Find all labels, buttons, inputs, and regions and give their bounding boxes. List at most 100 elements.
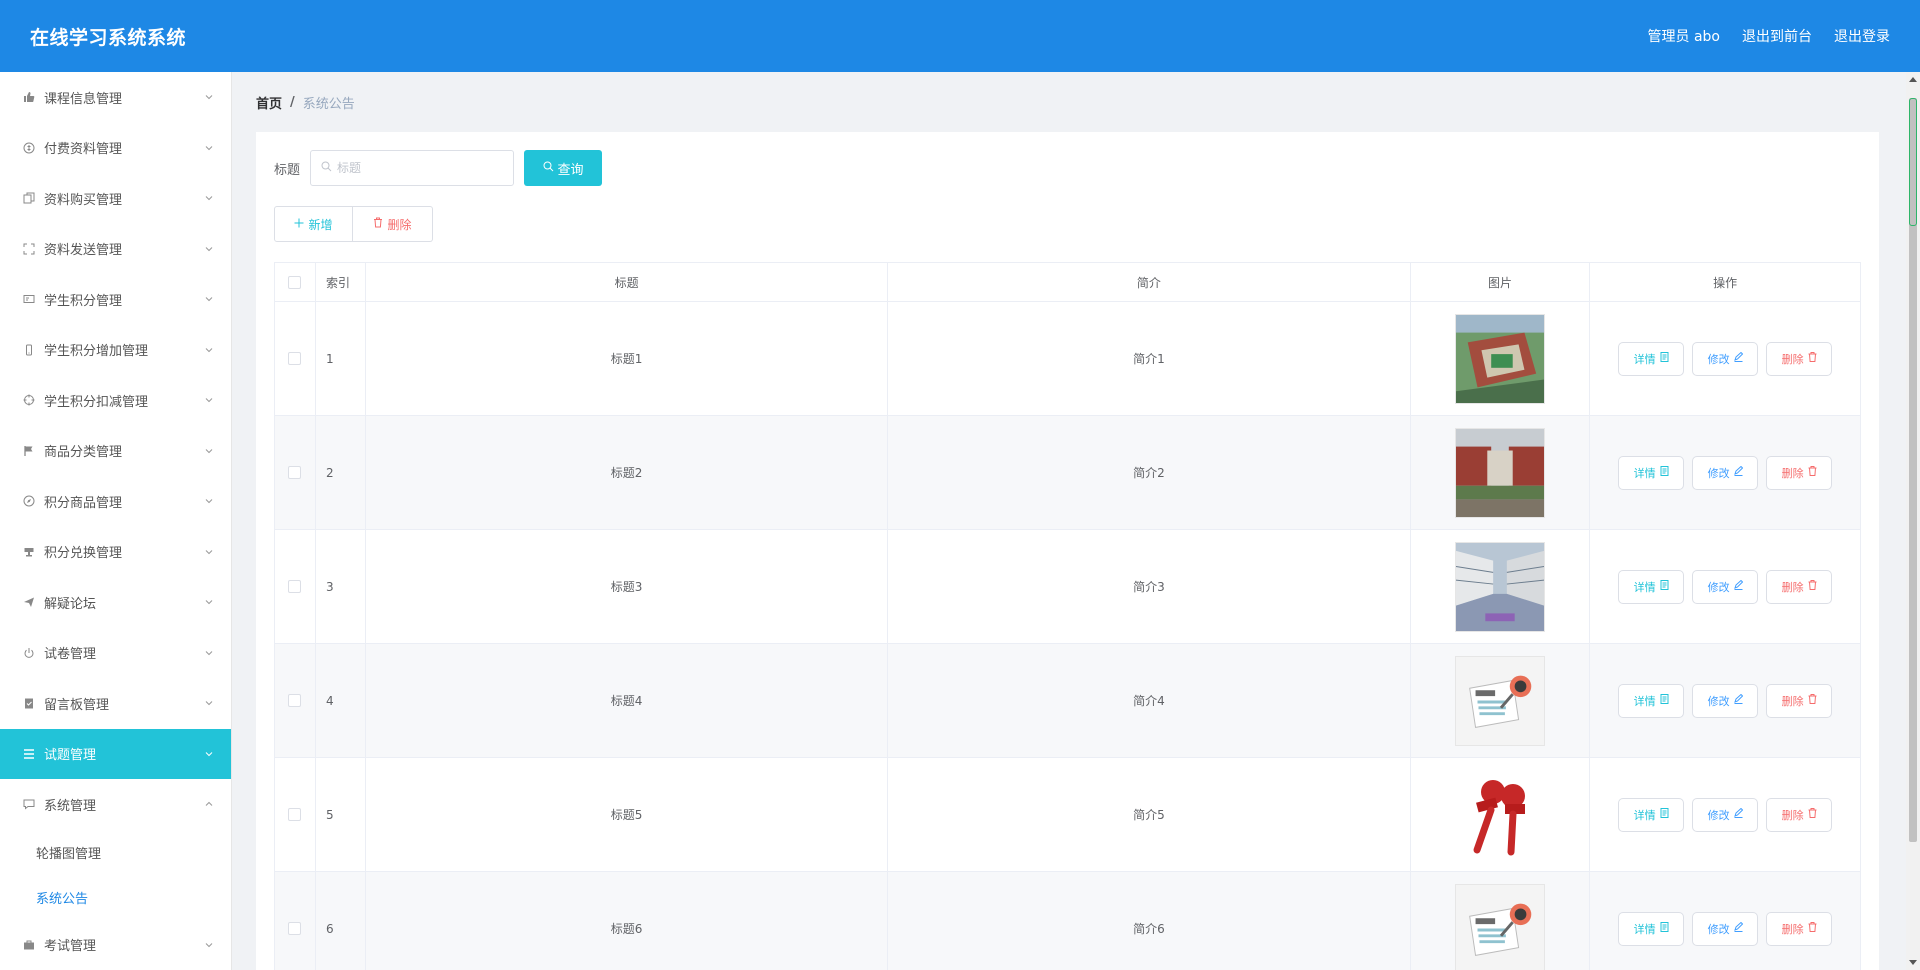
detail-button[interactable]: 详情 xyxy=(1618,341,1685,376)
stamp-icon xyxy=(22,545,36,559)
chevron-down-icon xyxy=(205,497,213,505)
document-icon xyxy=(1660,808,1669,821)
header-intro: 简介 xyxy=(888,263,1411,301)
sidebar-item-exam-paper[interactable]: 试卷管理 xyxy=(0,628,231,679)
live-microphone-image[interactable] xyxy=(1454,769,1545,860)
delete-button[interactable]: 删除 xyxy=(1766,911,1833,946)
sidebar-item-material-send[interactable]: 资料发送管理 xyxy=(0,224,231,275)
sidebar-item-forum[interactable]: 解疑论坛 xyxy=(0,577,231,628)
pencil-icon xyxy=(1733,579,1743,593)
detail-button[interactable]: 详情 xyxy=(1618,797,1685,832)
search-input[interactable] xyxy=(337,161,508,175)
sidebar-item-message-board[interactable]: 留言板管理 xyxy=(0,678,231,729)
search-icon xyxy=(321,161,332,175)
announcement-table: 索引 标题 简介 图片 操作 1 标题1 简介1 详情 修改 删除 2 标题2 … xyxy=(274,262,1861,970)
row-title: 标题3 xyxy=(366,530,889,643)
sidebar-item-material-purchase[interactable]: 资料购买管理 xyxy=(0,173,231,224)
document-icon xyxy=(1660,922,1669,935)
campus-courtyard-image[interactable] xyxy=(1454,541,1545,632)
sidebar-subitem-announcement[interactable]: 系统公告 xyxy=(0,875,231,920)
document-icon xyxy=(1660,466,1669,479)
content-card: 标题 查询 新增 删除 索引 标题 xyxy=(256,132,1879,970)
detail-button-label: 详情 xyxy=(1633,808,1656,822)
edit-button[interactable]: 修改 xyxy=(1692,797,1759,832)
user-label[interactable]: 管理员 abo xyxy=(1648,26,1720,46)
delete-button[interactable]: 删除 xyxy=(1766,797,1833,832)
campus-building-image[interactable] xyxy=(1454,427,1545,518)
edit-button[interactable]: 修改 xyxy=(1692,683,1759,718)
delete-button-label: 删除 xyxy=(1781,466,1804,480)
scroll-down-arrow-icon[interactable] xyxy=(1906,956,1920,970)
row-checkbox[interactable] xyxy=(288,580,302,593)
sidebar-item-points-goods[interactable]: 积分商品管理 xyxy=(0,476,231,527)
delete-button[interactable]: 删除 xyxy=(1766,341,1833,376)
select-all-checkbox[interactable] xyxy=(288,275,302,289)
delete-button[interactable]: 删除 xyxy=(1766,455,1833,490)
detail-button[interactable]: 详情 xyxy=(1618,911,1685,946)
trash-icon xyxy=(1808,580,1817,593)
edit-button-label: 修改 xyxy=(1707,466,1730,480)
page-scrollbar[interactable] xyxy=(1906,72,1920,970)
row-checkbox[interactable] xyxy=(288,922,302,935)
row-checkbox-cell xyxy=(275,758,316,871)
copy-icon xyxy=(22,191,36,205)
scroll-up-arrow-icon[interactable] xyxy=(1906,72,1920,86)
sidebar-item-system[interactable]: 系统管理 xyxy=(0,779,231,830)
row-checkbox-cell xyxy=(275,872,316,970)
search-input-wrapper[interactable] xyxy=(310,150,515,186)
row-image-cell xyxy=(1411,758,1591,871)
row-operations: 详情 修改 删除 xyxy=(1590,530,1860,643)
trash-icon xyxy=(1808,922,1817,935)
detail-button[interactable]: 详情 xyxy=(1618,455,1685,490)
logout-link[interactable]: 退出登录 xyxy=(1834,26,1890,46)
sidebar-item-points-deduct[interactable]: 学生积分扣减管理 xyxy=(0,375,231,426)
row-image-cell xyxy=(1411,302,1591,415)
row-checkbox[interactable] xyxy=(288,694,302,707)
news-illustration-image[interactable] xyxy=(1454,655,1545,746)
detail-button[interactable]: 详情 xyxy=(1618,683,1685,718)
compass-icon xyxy=(22,494,36,508)
table-row: 5 标题5 简介5 详情 修改 删除 xyxy=(275,758,1860,872)
edit-button[interactable]: 修改 xyxy=(1692,911,1759,946)
query-button[interactable]: 查询 xyxy=(524,150,603,186)
row-checkbox[interactable] xyxy=(288,808,302,821)
news-illustration-image[interactable] xyxy=(1454,883,1545,970)
delete-button[interactable]: 删除 xyxy=(1766,683,1833,718)
breadcrumb-home[interactable]: 首页 xyxy=(256,93,282,112)
edit-button[interactable]: 修改 xyxy=(1692,569,1759,604)
edit-button-label: 修改 xyxy=(1707,694,1730,708)
sidebar-item-course[interactable]: 课程信息管理 xyxy=(0,72,231,123)
row-checkbox-cell xyxy=(275,302,316,415)
sidebar-item-exam[interactable]: 考试管理 xyxy=(0,920,231,970)
edit-button[interactable]: 修改 xyxy=(1692,455,1759,490)
sidebar-item-points-exchange[interactable]: 积分兑换管理 xyxy=(0,527,231,578)
row-intro: 简介6 xyxy=(888,872,1411,970)
sidebar-item-goods-category[interactable]: 商品分类管理 xyxy=(0,426,231,477)
sidebar-item-paid-materials[interactable]: 付费资料管理 xyxy=(0,123,231,174)
batch-delete-button[interactable]: 删除 xyxy=(353,206,433,242)
detail-button[interactable]: 详情 xyxy=(1618,569,1685,604)
edit-button-label: 修改 xyxy=(1707,922,1730,936)
row-operations: 详情 修改 删除 xyxy=(1590,302,1860,415)
sidebar-subitem-carousel[interactable]: 轮播图管理 xyxy=(0,830,231,875)
add-button[interactable]: 新增 xyxy=(274,206,353,242)
detail-button-label: 详情 xyxy=(1633,352,1656,366)
header-index: 索引 xyxy=(316,263,366,301)
power-icon xyxy=(22,646,36,660)
exit-to-front-link[interactable]: 退出到前台 xyxy=(1742,26,1812,46)
campus-aerial-image[interactable] xyxy=(1454,313,1545,404)
row-checkbox[interactable] xyxy=(288,352,302,365)
delete-button[interactable]: 删除 xyxy=(1766,569,1833,604)
sidebar-item-student-points[interactable]: 学生积分管理 xyxy=(0,274,231,325)
row-checkbox[interactable] xyxy=(288,466,302,479)
sidebar-item-questions[interactable]: 试题管理 xyxy=(0,728,231,779)
sidebar-item-points-add[interactable]: 学生积分增加管理 xyxy=(0,325,231,376)
table-header: 索引 标题 简介 图片 操作 xyxy=(275,263,1860,302)
row-checkbox-cell xyxy=(275,530,316,643)
chevron-down-icon xyxy=(205,396,213,404)
row-intro: 简介5 xyxy=(888,758,1411,871)
breadcrumb-current: 系统公告 xyxy=(302,96,355,112)
chevron-down-icon xyxy=(205,598,213,606)
pencil-icon xyxy=(1733,465,1743,479)
edit-button[interactable]: 修改 xyxy=(1692,341,1759,376)
